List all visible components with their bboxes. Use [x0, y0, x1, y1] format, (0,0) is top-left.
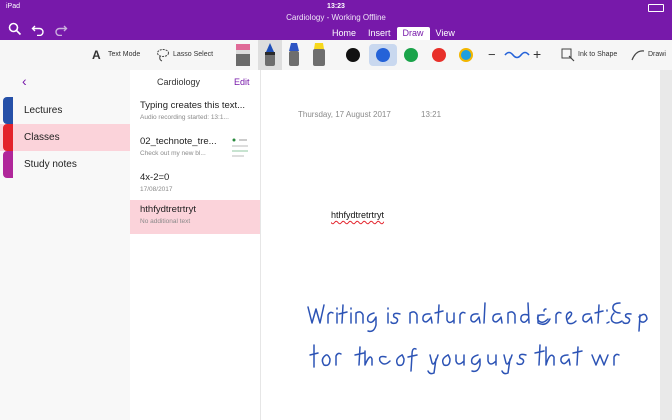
section-study-notes[interactable]: Study notes [0, 151, 130, 178]
section-color-tab [3, 97, 13, 124]
color-blue[interactable] [376, 48, 390, 62]
edit-button[interactable]: Edit [234, 77, 250, 87]
section-classes[interactable]: Classes [0, 124, 130, 151]
draw-toolbar: A Text Mode Lasso Select − + Ink to Shap… [0, 40, 672, 71]
page-item-selected[interactable]: hthfydtretrtryt No additional text [130, 200, 260, 234]
sections-pane: ‹ Lectures Classes Study notes [0, 70, 130, 420]
pen-blue-icon[interactable] [260, 42, 280, 68]
section-label: Study notes [24, 159, 77, 170]
page-title: Typing creates this text... [140, 100, 246, 111]
page-item[interactable]: Typing creates this text... Audio record… [130, 96, 260, 132]
page-preview: 17/08/2017 [140, 186, 173, 193]
vertical-scrollbar[interactable] [660, 70, 672, 420]
section-lectures[interactable]: Lectures [0, 97, 130, 124]
note-text[interactable]: hthfydtretrtryt [331, 210, 384, 220]
color-lightblue[interactable] [459, 48, 473, 62]
section-color-tab [3, 124, 13, 151]
pages-pane: Cardiology Edit Typing creates this text… [130, 70, 261, 420]
page-title: hthfydtretrtryt [140, 204, 196, 215]
tab-view[interactable]: View [430, 27, 461, 40]
thickness-increase-button[interactable]: + [533, 46, 541, 62]
page-preview: Check out my new bl... [140, 150, 206, 157]
ribbon-tabs: Home Insert Draw View [326, 27, 461, 40]
window-title: Cardiology - Working Offline [286, 13, 386, 22]
note-canvas[interactable]: Thursday, 17 August 2017 13:21 hthfydtre… [261, 70, 660, 420]
marker-blue-icon[interactable] [284, 42, 304, 68]
text-mode-icon[interactable]: A [92, 48, 101, 62]
back-icon[interactable]: ‹ [22, 73, 27, 89]
stroke-width-icon [504, 51, 530, 59]
undo-icon[interactable] [31, 22, 45, 36]
note-date: Thursday, 17 August 2017 [298, 110, 391, 119]
tab-draw[interactable]: Draw [396, 27, 430, 40]
redo-icon[interactable] [54, 22, 68, 36]
note-time: 13:21 [421, 110, 442, 119]
color-green[interactable] [404, 48, 418, 62]
section-color-tab [3, 151, 13, 178]
page-preview: Audio recording started: 13:1... [140, 114, 229, 121]
ink-to-shape-icon[interactable] [561, 48, 575, 62]
drawing-button[interactable]: Drawi [648, 51, 666, 58]
page-preview: No additional text [140, 218, 191, 225]
color-black[interactable] [346, 48, 360, 62]
notebook-navigation: ‹ Lectures Classes Study notes Cardiolog… [0, 70, 660, 420]
status-time: 13:23 [327, 3, 345, 10]
thickness-decrease-button[interactable]: − [488, 47, 496, 62]
page-title: 4x-2=0 [140, 172, 170, 183]
notebook-title: Cardiology [156, 77, 200, 87]
drawing-icon[interactable] [631, 48, 645, 62]
section-label: Classes [24, 132, 60, 143]
color-red[interactable] [432, 48, 446, 62]
lasso-icon[interactable] [156, 48, 170, 62]
tab-home[interactable]: Home [326, 27, 362, 40]
text-mode-button[interactable]: Text Mode [108, 51, 140, 58]
lasso-select-button[interactable]: Lasso Select [173, 51, 213, 58]
ink-to-shape-button[interactable]: Ink to Shape [578, 51, 617, 58]
eraser-icon[interactable] [233, 42, 253, 68]
tab-insert[interactable]: Insert [362, 27, 397, 40]
search-icon[interactable] [8, 22, 22, 36]
section-label: Lectures [24, 105, 63, 116]
title-bar: iPad 13:23 Cardiology - Working Offline … [0, 0, 672, 40]
handwriting-ink[interactable] [306, 275, 651, 375]
page-title: 02_technote_tre... [140, 136, 217, 147]
battery-icon [648, 4, 664, 12]
page-thumbnail-icon [232, 138, 248, 157]
page-item[interactable]: 4x-2=0 17/08/2017 [130, 168, 260, 204]
page-item[interactable]: 02_technote_tre... Check out my new bl..… [130, 132, 260, 168]
highlighter-yellow-icon[interactable] [309, 42, 329, 68]
